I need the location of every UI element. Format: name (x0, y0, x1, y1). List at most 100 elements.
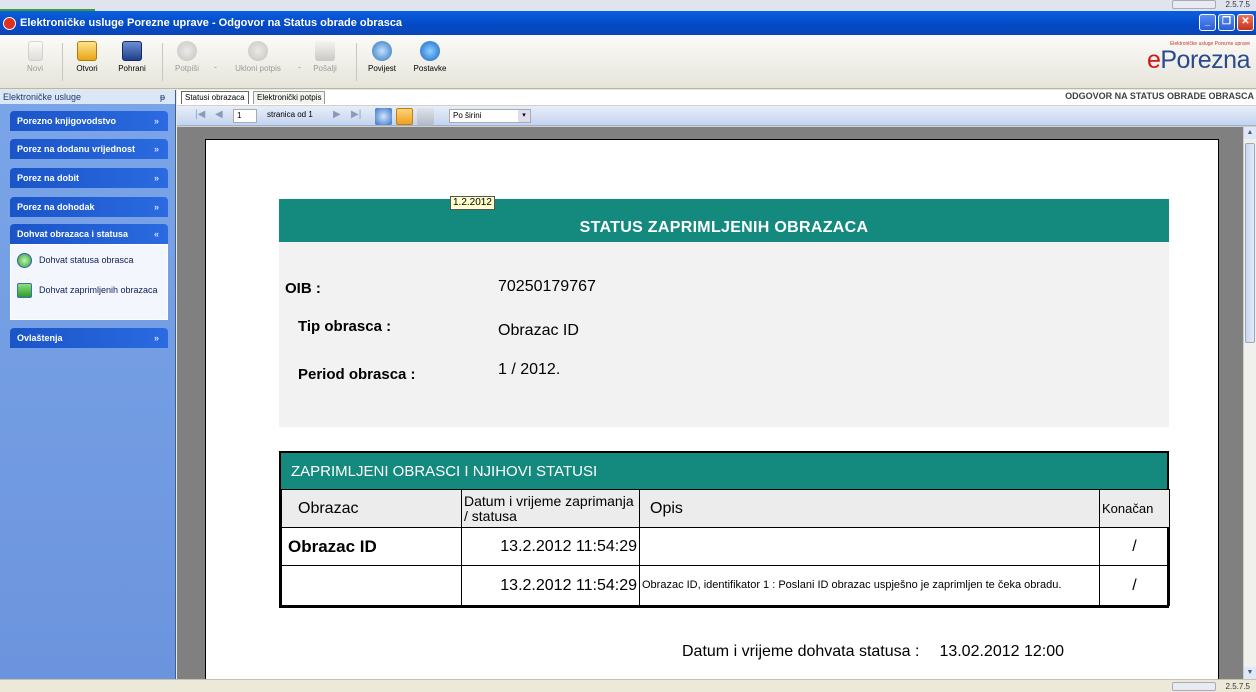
remove-signature-label: Ukloni potpis (235, 64, 281, 73)
group-label: Porez na dobit (17, 173, 80, 183)
chevron-down-icon: » (153, 202, 159, 212)
column-header-obrazac: Obrazac (281, 489, 462, 528)
group-label: Ovlaštenja (17, 333, 63, 343)
sidebar-group-porezno-knjigovodstvo[interactable]: Porezno knjigovodstvo » (10, 111, 168, 131)
sidebar-group-porez-na-dobit[interactable]: Porez na dobit » (10, 168, 168, 188)
sign-icon (177, 41, 197, 61)
prev-page-button[interactable]: ◀ (215, 109, 223, 120)
history-button[interactable]: Povijest (364, 41, 400, 73)
chevron-down-icon: » (153, 173, 159, 183)
report-heading: STATUS ZAPRIMLJENIH OBRAZACA (279, 199, 1169, 242)
new-document-icon (27, 41, 43, 61)
last-page-button[interactable]: ▶| (351, 109, 361, 120)
retrieval-value: 13.02.2012 12:00 (939, 643, 1064, 660)
new-label: Novi (26, 64, 43, 73)
retrieval-datetime: Datum i vrijeme dohvata statusa : 13.02.2… (682, 643, 1064, 661)
zoom-select[interactable]: Po širini ▾ (449, 109, 531, 123)
pin-icon[interactable]: ᵽ (160, 90, 165, 104)
sidebar-item-label: Dohvat zaprimljenih obrazaca (39, 285, 158, 295)
tab-strip: Statusi obrazaca Elektronički potpis ODG… (177, 90, 1256, 105)
column-header-datum: Datum i vrijeme zaprimanja / statusa (461, 489, 640, 528)
settings-button[interactable]: Postavke (410, 41, 450, 73)
tab-elektronicki-potpis[interactable]: Elektronički potpis (253, 91, 326, 104)
retrieval-label: Datum i vrijeme dohvata statusa : (682, 643, 920, 660)
close-button[interactable]: ✕ (1237, 14, 1254, 31)
eporezna-logo: Elektroničke usluge Porezne uprave ePorez… (1147, 41, 1251, 75)
scroll-thumb[interactable] (1245, 143, 1255, 343)
history-icon (372, 41, 392, 61)
print-icon[interactable] (375, 108, 392, 125)
send-button[interactable]: Pošalji (308, 41, 342, 73)
report-navigation-bar: |◀ ◀ 1 stranica od 1 ▶ ▶| Po širini ▾ (177, 106, 1256, 126)
top-strip: 2.5.7.5 (0, 0, 1256, 12)
report-viewer: STATUS ZAPRIMLJENIH OBRAZACA 1.2.2012 OI… (177, 127, 1243, 679)
tab-statusi-obrazaca[interactable]: Statusi obrazaca (181, 91, 249, 104)
vertical-scrollbar[interactable]: ▲ ▼ (1243, 127, 1256, 679)
remove-signature-button[interactable]: Ukloni potpis (230, 41, 286, 73)
cell-konacan: / (1099, 527, 1170, 566)
page-view-icon[interactable] (396, 108, 413, 125)
sidebar-group-dohvat[interactable]: Dohvat obrazaca i statusa « (10, 224, 168, 244)
sidebar-item-dohvat-zaprimljenih[interactable]: Dohvat zaprimljenih obrazaca (11, 281, 167, 311)
dropdown-arrow[interactable]: - (214, 62, 217, 72)
save-button[interactable]: Pohrani (114, 41, 150, 73)
status-bar: 2.5.7.5 (0, 679, 1256, 692)
logo-text: Porezna (1160, 46, 1250, 74)
open-button[interactable]: Otvori (70, 41, 104, 73)
cell-datum: 13.2.2012 11:54:29 (461, 565, 640, 606)
history-label: Povijest (367, 64, 396, 73)
new-button[interactable]: Novi (20, 41, 50, 73)
toolbar-separator (162, 43, 163, 81)
sidebar-title: Elektroničke usluge (3, 92, 82, 102)
group-label: Dohvat obrazaca i statusa (17, 229, 129, 239)
sidebar-group-ovlastenja[interactable]: Ovlaštenja » (10, 328, 168, 348)
remove-signature-icon (248, 41, 268, 61)
oib-value: 70250179767 (498, 278, 596, 295)
sidebar-item-label: Dohvat statusa obrasca (39, 255, 134, 265)
oib-label: OIB : (285, 280, 321, 297)
version-label: 2.5.7.5 (1225, 682, 1250, 691)
chevron-down-icon: ▾ (518, 110, 530, 122)
zoom-value: Po širini (453, 111, 482, 120)
sidebar: Elektroničke usluge ᵽ Porezno knjigovods… (0, 90, 176, 679)
scroll-down-button[interactable]: ▼ (1244, 667, 1256, 679)
dropdown-arrow[interactable]: - (298, 62, 301, 72)
page-count-label: stranica od 1 (267, 110, 313, 119)
info-box: OIB : 70250179767 Tip obrasca : Obrazac … (279, 242, 1169, 427)
next-page-button[interactable]: ▶ (333, 109, 341, 120)
cell-datum: 13.2.2012 11:54:29 (461, 527, 640, 566)
mini-tray (1172, 0, 1216, 9)
version-label: 2.5.7.5 (1225, 0, 1250, 9)
title-bar: Elektroničke usluge Porezne uprave - Odg… (0, 11, 1256, 35)
group-label: Porezno knjigovodstvo (17, 116, 117, 126)
minimize-button[interactable]: _ (1199, 14, 1216, 31)
scroll-up-button[interactable]: ▲ (1244, 127, 1256, 139)
page-title: ODGOVOR NA STATUS OBRADE OBRASCA (1065, 91, 1254, 101)
tip-obrasca-label: Tip obrasca : (298, 318, 392, 335)
table-row: 13.2.2012 11:54:29 Obrazac ID, identifik… (281, 565, 1170, 606)
status-table: ZAPRIMLJENI OBRASCI I NJIHOVI STATUSI Ob… (279, 451, 1170, 608)
export-icon[interactable] (417, 108, 434, 125)
table-title: ZAPRIMLJENI OBRASCI I NJIHOVI STATUSI (281, 453, 1167, 489)
table-header-row: Obrazac Datum i vrijeme zaprimanja / sta… (281, 489, 1170, 528)
first-page-button[interactable]: |◀ (195, 109, 205, 120)
report-page: STATUS ZAPRIMLJENIH OBRAZACA 1.2.2012 OI… (205, 139, 1219, 679)
sidebar-header: Elektroničke usluge ᵽ (0, 90, 175, 104)
download-arrow-icon (17, 283, 32, 298)
restore-button[interactable]: ❐ (1218, 14, 1235, 31)
date-stamp: 1.2.2012 (450, 196, 495, 210)
sidebar-group-porez-na-dohodak[interactable]: Porez na dohodak » (10, 197, 168, 217)
send-label: Pošalji (313, 64, 337, 73)
settings-label: Postavke (413, 64, 447, 73)
period-value: 1 / 2012. (498, 361, 561, 378)
tip-obrasca-value: Obrazac ID (498, 322, 579, 339)
sidebar-item-dohvat-statusa[interactable]: Dohvat statusa obrasca (11, 251, 167, 281)
sidebar-group-pdv[interactable]: Porez na dodanu vrijednost » (10, 139, 168, 159)
page-number-input[interactable]: 1 (233, 109, 257, 123)
main-area: Statusi obrazaca Elektronički potpis ODG… (177, 90, 1256, 679)
cell-opis: Obrazac ID, identifikator 1 : Poslani ID… (639, 565, 1100, 606)
mini-tray (1172, 682, 1216, 691)
toolbar-separator (356, 43, 357, 81)
sign-button[interactable]: Potpiši (172, 41, 202, 73)
group-label: Porez na dodanu vrijednost (17, 144, 136, 154)
